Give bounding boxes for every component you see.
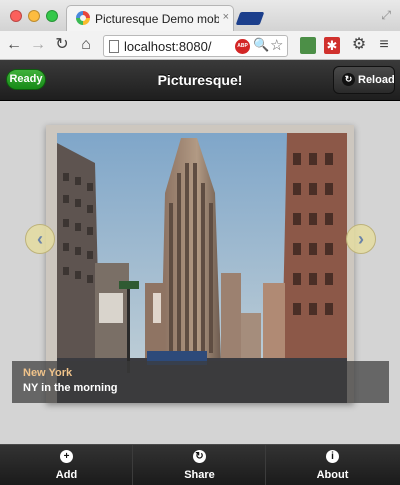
forward-icon[interactable]: → [28,35,48,55]
browser-titlebar: Picturesque Demo mobile × ⤢ [0,0,400,31]
extension-puzzle-icon[interactable]: ✱ [324,37,340,54]
chrome-favicon-icon [76,11,90,25]
status-badge: Ready [6,69,46,90]
page-title: Picturesque! [157,72,243,88]
next-photo-button[interactable]: › [346,224,376,254]
previous-photo-button[interactable]: ‹ [25,224,55,254]
browser-toolbar: ← → ↻ ⌂ localhost:8080/ ABP 🔍 ☆ ✱ ⚙ ≡ [0,31,400,60]
home-icon[interactable]: ⌂ [76,35,96,55]
info-icon: i [326,450,339,463]
tab-close-icon[interactable]: × [223,11,229,23]
app-header: Ready Picturesque! ↻ Reload [0,60,400,101]
share-label: Share [184,469,215,481]
reload-label: Reload [358,74,395,86]
close-window-button[interactable] [10,10,22,22]
browser-tab[interactable]: Picturesque Demo mobile × [66,5,234,31]
caption-subtitle: NY in the morning [23,382,118,394]
url-text[interactable]: localhost:8080/ [124,39,232,54]
search-icon[interactable]: 🔍 [253,37,269,53]
fullscreen-icon[interactable]: ⤢ [381,8,391,23]
photo-caption: New York NY in the morning [12,361,389,403]
maximize-window-button[interactable] [46,10,58,22]
share-button[interactable]: ↻ Share [133,445,266,485]
plus-icon: + [60,450,73,463]
new-tab-button[interactable] [235,12,265,25]
refresh-icon: ↻ [342,73,355,86]
adblock-icon[interactable]: ABP [235,39,250,54]
extension-icon[interactable] [300,37,316,54]
add-label: Add [55,469,78,481]
address-bar[interactable]: localhost:8080/ ABP 🔍 ☆ [103,35,288,57]
about-button[interactable]: i About [266,445,400,485]
gallery-area: ‹ › New York NY in the morning [0,102,400,444]
caption-title: New York [23,367,73,379]
about-label: About [316,469,349,481]
minimize-window-button[interactable] [28,10,40,22]
reload-page-icon[interactable]: ↻ [52,35,72,55]
back-icon[interactable]: ← [4,35,24,55]
settings-gear-icon[interactable]: ⚙ [349,35,369,55]
bookmark-star-icon[interactable]: ☆ [270,36,283,54]
reload-button[interactable]: ↻ Reload [333,66,395,94]
tab-title: Picturesque Demo mobile [95,12,219,26]
menu-icon[interactable]: ≡ [374,35,394,55]
bottom-tab-bar: + Add ↻ Share i About [0,444,400,485]
share-icon: ↻ [193,450,206,463]
page-icon [109,40,119,53]
add-button[interactable]: + Add [0,445,133,485]
